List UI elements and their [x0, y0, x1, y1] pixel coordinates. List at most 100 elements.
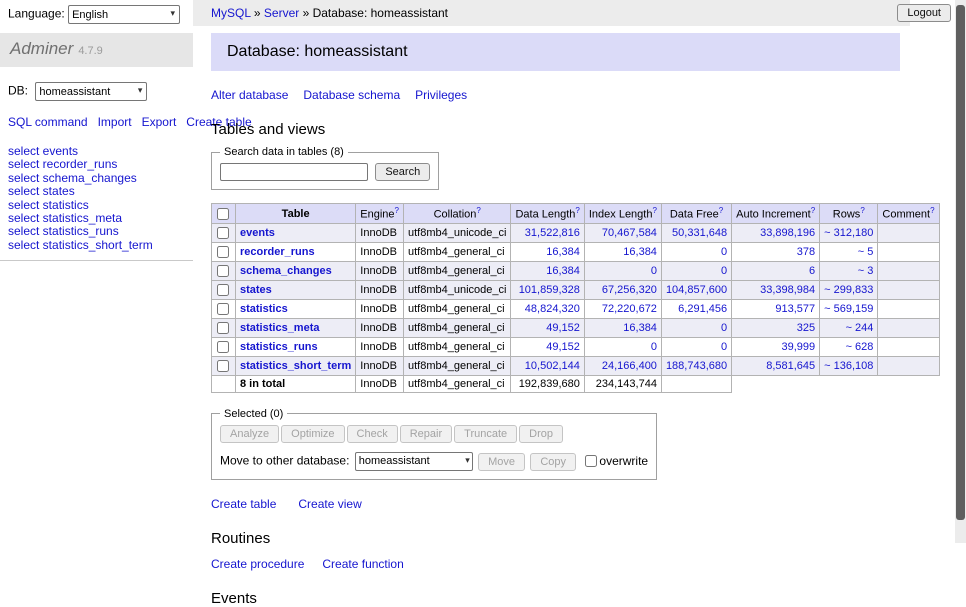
select-all-checkbox[interactable] — [217, 208, 229, 220]
sidebar-select-statistics-short-term-link[interactable]: select statistics_short_term — [8, 239, 185, 252]
data-free-link[interactable]: 0 — [721, 246, 727, 258]
data-length-link[interactable]: 49,152 — [546, 341, 580, 353]
auto-increment-link[interactable]: 8,581,645 — [766, 360, 815, 372]
db-select[interactable]: homeassistant — [35, 82, 147, 101]
search-input[interactable] — [220, 163, 368, 181]
column-help-link[interactable]: ? — [860, 206, 864, 215]
column-help-link[interactable]: ? — [575, 206, 579, 215]
scrollbar[interactable] — [955, 0, 966, 543]
rows-link[interactable]: ~ 136,108 — [824, 360, 873, 372]
sidebar-select-schema-changes-link[interactable]: select schema_changes — [8, 172, 185, 185]
logout-button[interactable]: Logout — [897, 4, 951, 22]
language-select[interactable]: English — [68, 5, 180, 24]
sidebar-select-events-link[interactable]: select events — [8, 145, 185, 158]
data-free-link[interactable]: 0 — [721, 341, 727, 353]
rows-link[interactable]: ~ 628 — [846, 341, 874, 353]
index-length-link[interactable]: 67,256,320 — [602, 284, 657, 296]
repair-button[interactable]: Repair — [400, 425, 452, 443]
check-button[interactable]: Check — [347, 425, 398, 443]
sidebar-select-statistics-meta-link[interactable]: select statistics_meta — [8, 212, 185, 225]
sidebar-select-statistics-link[interactable]: select statistics — [8, 199, 185, 212]
create-procedure-link[interactable]: Create procedure — [211, 557, 304, 571]
data-free-link[interactable]: 50,331,648 — [672, 227, 727, 239]
rows-link[interactable]: ~ 569,159 — [824, 303, 873, 315]
index-length-link[interactable]: 16,384 — [623, 246, 657, 258]
auto-increment-link[interactable]: 6 — [809, 265, 815, 277]
column-help-link[interactable]: ? — [476, 206, 480, 215]
data-length-link[interactable]: 48,824,320 — [525, 303, 580, 315]
column-help-link[interactable]: ? — [719, 206, 723, 215]
column-help-link[interactable]: ? — [811, 206, 815, 215]
table-name-link[interactable]: statistics — [240, 303, 288, 315]
auto-increment-link[interactable]: 33,398,984 — [760, 284, 815, 296]
create-view-link[interactable]: Create view — [298, 497, 361, 511]
row-checkbox[interactable] — [217, 341, 229, 353]
data-length-link[interactable]: 10,502,144 — [525, 360, 580, 372]
data-length-link[interactable]: 16,384 — [546, 246, 580, 258]
table-name-link[interactable]: statistics_short_term — [240, 360, 351, 372]
column-help-link[interactable]: ? — [652, 206, 656, 215]
alter-database-link[interactable]: Alter database — [211, 88, 288, 102]
sidebar-link-import[interactable]: Import — [98, 115, 132, 129]
row-checkbox[interactable] — [217, 227, 229, 239]
truncate-button[interactable]: Truncate — [454, 425, 517, 443]
rows-link[interactable]: ~ 5 — [858, 246, 874, 258]
data-length-link[interactable]: 16,384 — [546, 265, 580, 277]
sidebar-link-sql-command[interactable]: SQL command — [8, 115, 88, 129]
row-checkbox[interactable] — [217, 246, 229, 258]
create-table-link[interactable]: Create table — [211, 497, 276, 511]
table-name-link[interactable]: states — [240, 284, 272, 296]
database-schema-link[interactable]: Database schema — [303, 88, 400, 102]
auto-increment-link[interactable]: 913,577 — [775, 303, 815, 315]
table-name-link[interactable]: schema_changes — [240, 265, 332, 277]
data-length-link[interactable]: 101,859,328 — [519, 284, 580, 296]
app-version-link[interactable]: 4.7.9 — [78, 45, 102, 57]
index-length-link[interactable]: 24,166,400 — [602, 360, 657, 372]
data-free-link[interactable]: 104,857,600 — [666, 284, 727, 296]
column-help-link[interactable]: ? — [930, 206, 934, 215]
data-length-link[interactable]: 49,152 — [546, 322, 580, 334]
move-button[interactable]: Move — [478, 453, 525, 471]
data-free-link[interactable]: 0 — [721, 265, 727, 277]
row-checkbox[interactable] — [217, 265, 229, 277]
sidebar-link-export[interactable]: Export — [142, 115, 177, 129]
optimize-button[interactable]: Optimize — [281, 425, 344, 443]
drop-button[interactable]: Drop — [519, 425, 563, 443]
index-length-link[interactable]: 0 — [651, 341, 657, 353]
table-name-link[interactable]: recorder_runs — [240, 246, 315, 258]
row-checkbox[interactable] — [217, 303, 229, 315]
create-function-link[interactable]: Create function — [322, 557, 403, 571]
index-length-link[interactable]: 16,384 — [623, 322, 657, 334]
index-length-link[interactable]: 0 — [651, 265, 657, 277]
overwrite-checkbox[interactable] — [585, 455, 597, 467]
rows-link[interactable]: ~ 312,180 — [824, 227, 873, 239]
table-name-link[interactable]: statistics_runs — [240, 341, 318, 353]
table-name-link[interactable]: statistics_meta — [240, 322, 320, 334]
auto-increment-link[interactable]: 378 — [797, 246, 815, 258]
move-db-select[interactable]: homeassistant — [355, 452, 473, 471]
analyze-button[interactable]: Analyze — [220, 425, 279, 443]
scrollbar-thumb[interactable] — [956, 5, 965, 520]
row-checkbox[interactable] — [217, 360, 229, 372]
table-name-link[interactable]: events — [240, 227, 275, 239]
breadcrumb-link-server[interactable]: Server — [264, 6, 299, 20]
row-checkbox[interactable] — [217, 284, 229, 296]
sidebar-select-statistics-runs-link[interactable]: select statistics_runs — [8, 225, 185, 238]
index-length-link[interactable]: 70,467,584 — [602, 227, 657, 239]
breadcrumb-link-mysql[interactable]: MySQL — [211, 6, 251, 20]
sidebar-select-states-link[interactable]: select states — [8, 185, 185, 198]
search-button[interactable]: Search — [375, 163, 430, 181]
rows-link[interactable]: ~ 3 — [858, 265, 874, 277]
column-help-link[interactable]: ? — [395, 206, 399, 215]
data-free-link[interactable]: 0 — [721, 322, 727, 334]
privileges-link[interactable]: Privileges — [415, 88, 467, 102]
data-length-link[interactable]: 31,522,816 — [525, 227, 580, 239]
rows-link[interactable]: ~ 299,833 — [824, 284, 873, 296]
sidebar-select-recorder-runs-link[interactable]: select recorder_runs — [8, 158, 185, 171]
copy-button[interactable]: Copy — [530, 453, 576, 471]
row-checkbox[interactable] — [217, 322, 229, 334]
data-free-link[interactable]: 188,743,680 — [666, 360, 727, 372]
auto-increment-link[interactable]: 39,999 — [782, 341, 816, 353]
auto-increment-link[interactable]: 33,898,196 — [760, 227, 815, 239]
index-length-link[interactable]: 72,220,672 — [602, 303, 657, 315]
